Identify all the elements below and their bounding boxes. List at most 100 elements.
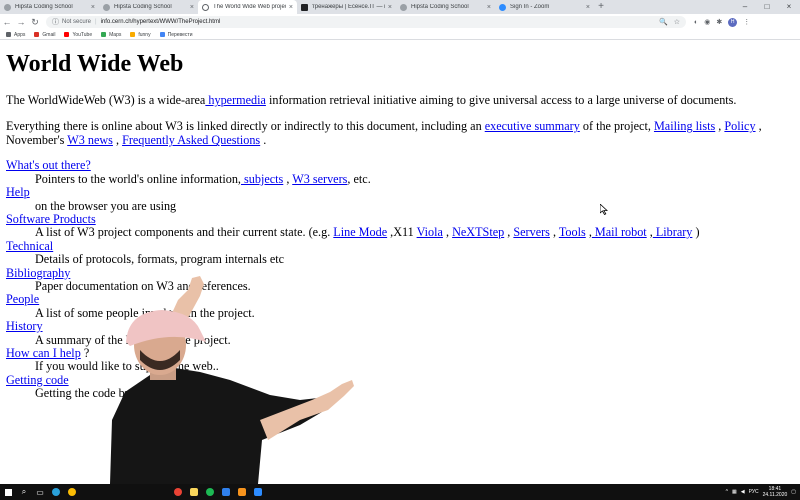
bookmarks-bar: Apps Gmail YouTube Maps funny Перевести (0, 30, 800, 40)
mouse-cursor-icon (600, 204, 608, 215)
viola-link[interactable]: Viola (417, 225, 443, 239)
library-link[interactable]: Library (653, 225, 693, 239)
spotify-icon[interactable] (202, 484, 218, 500)
bookmark-label: Apps (14, 31, 26, 38)
clock[interactable]: 18:41 24.11.2020 (763, 486, 788, 498)
windows-start-icon[interactable] (0, 484, 16, 500)
list-description: A list of W3 project components and thei… (35, 226, 796, 239)
tray-arrow-icon[interactable]: ^ (726, 489, 728, 495)
subjects-link[interactable]: subjects (241, 172, 283, 186)
bookmark-funny[interactable]: funny (130, 32, 151, 38)
zoom-icon[interactable]: 🔍 (659, 18, 668, 26)
chrome-icon[interactable] (64, 484, 80, 500)
vlc-icon[interactable] (234, 484, 250, 500)
bookmark-apps[interactable]: Apps (6, 32, 25, 38)
bookmark-maps[interactable]: Maps (101, 32, 121, 38)
new-tab-button[interactable]: + (594, 0, 608, 14)
file-explorer-icon[interactable] (186, 484, 202, 500)
description-text: , (442, 225, 453, 240)
list-term: What's out there? (6, 159, 796, 172)
how-can-i-help-link[interactable]: How can I help (6, 346, 81, 360)
servers-link[interactable]: Servers (513, 225, 550, 239)
security-label: Not secure (62, 19, 92, 25)
w3-news-link[interactable]: W3 news (67, 133, 113, 147)
tab-hipsta-3[interactable]: Hipsta Coding School × (396, 0, 495, 14)
bibliography-link[interactable]: Bibliography (6, 266, 70, 280)
tools-link[interactable]: Tools (559, 225, 586, 239)
notifications-icon[interactable]: ▢ (791, 489, 796, 495)
bookmark-label: Перевести (167, 31, 193, 38)
anonymous-ftp-link[interactable]: anonymous FTP (131, 386, 214, 400)
reload-icon[interactable]: ↻ (28, 17, 42, 28)
bookmark-label: Gmail (42, 31, 56, 38)
bookmark-youtube[interactable]: YouTube (64, 32, 92, 38)
extension-icons: ◐ ◉ ✱ H ⋮ (694, 17, 750, 27)
menu-icon[interactable]: ⋮ (743, 18, 750, 26)
tab-title: The World Wide Web project (213, 4, 286, 10)
history-link[interactable]: History (6, 319, 43, 333)
info-icon[interactable]: ⓘ (52, 17, 59, 27)
getting-code-link[interactable]: Getting code (6, 373, 69, 387)
network-icon[interactable]: ▦ (732, 489, 737, 495)
bookmark-label: Maps (109, 31, 122, 38)
search-icon[interactable]: ⌕ (16, 484, 32, 500)
tab-hipsta-2[interactable]: Hipsta Coding School × (99, 0, 198, 14)
w3-servers-link[interactable]: W3 servers (292, 172, 347, 186)
zoom-app-icon[interactable] (250, 484, 266, 500)
list-description: A summary of the history of the project. (35, 332, 231, 347)
software-products-link[interactable]: Software Products (6, 212, 96, 226)
policy-link[interactable]: Policy (724, 119, 755, 133)
list-term: History (6, 320, 796, 333)
tab-close-icon[interactable]: × (190, 4, 194, 11)
tab-close-icon[interactable]: × (487, 4, 491, 11)
nextstep-link[interactable]: NeXTStep (452, 225, 504, 239)
intro-paragraph: The WorldWideWeb (W3) is a wide-area hyp… (6, 93, 796, 107)
language-indicator[interactable]: РУС (749, 489, 759, 495)
tab-close-icon[interactable]: × (586, 4, 590, 11)
address-bar[interactable]: ⓘ Not secure | info.cern.ch/hypertext/WW… (46, 16, 686, 28)
forward-icon[interactable]: → (14, 17, 28, 27)
puzzle-icon[interactable]: ✱ (716, 18, 722, 26)
url-text[interactable]: info.cern.ch/hypertext/WWW/TheProject.ht… (101, 19, 221, 25)
vscode-icon[interactable] (218, 484, 234, 500)
faq-link[interactable]: Frequently Asked Questions (122, 133, 260, 147)
task-view-icon[interactable]: ▭ (32, 484, 48, 500)
tab-hipsta-1[interactable]: Hipsta Coding School × (0, 0, 99, 14)
extension-icon[interactable]: ◉ (704, 18, 710, 26)
tab-close-icon[interactable]: × (388, 4, 392, 11)
tab-close-icon[interactable]: × (289, 4, 293, 11)
description-text: Pointers to the world's online informati… (35, 171, 241, 186)
window-close-icon[interactable]: × (778, 0, 800, 14)
maximize-icon[interactable]: □ (756, 0, 778, 14)
mail-robot-link[interactable]: Mail robot (592, 225, 647, 239)
bookmark-translate[interactable]: Перевести (159, 31, 193, 38)
tab-world-wide-web[interactable]: The World Wide Web project × (198, 0, 297, 14)
bookmark-star-icon[interactable]: ☆ (674, 18, 680, 26)
telegram-icon[interactable] (48, 484, 64, 500)
mailing-lists-link[interactable]: Mailing lists (654, 119, 715, 133)
hipsta-favicon-icon (4, 3, 11, 11)
page-content: World Wide Web The WorldWideWeb (W3) is … (6, 41, 796, 401)
tab-close-icon[interactable]: × (91, 4, 95, 11)
help-link[interactable]: Help (6, 185, 30, 199)
volume-icon[interactable]: ◀ (741, 489, 745, 495)
extension-icon[interactable]: ◐ (694, 19, 698, 26)
back-icon[interactable]: ← (0, 17, 14, 27)
description-text: , (504, 225, 514, 240)
tab-zoom[interactable]: Sign In - Zoom × (495, 0, 594, 14)
executive-summary-link[interactable]: executive summary (485, 119, 580, 133)
whats-out-there-link[interactable]: What's out there? (6, 158, 91, 172)
chrome-taskbar-icon[interactable] (170, 484, 186, 500)
hypermedia-link[interactable]: hypermedia (205, 93, 266, 107)
list-description: If you would like to support the web.. (35, 359, 219, 374)
people-link[interactable]: People (6, 292, 39, 306)
bookmark-label: YouTube (72, 31, 93, 38)
tab-essence[interactable]: тренажеры | Есенсе.IT — пол... × (297, 0, 396, 14)
profile-avatar[interactable]: H (728, 17, 738, 27)
bookmark-gmail[interactable]: Gmail (34, 32, 55, 38)
minimize-icon[interactable]: – (734, 0, 756, 14)
line-mode-link[interactable]: Line Mode (333, 225, 387, 239)
windows-taskbar: ⌕ ▭ ^ ▦ ◀ РУС 18:41 24.11.2020 ▢ (0, 484, 800, 500)
technical-link[interactable]: Technical (6, 239, 53, 253)
everything-paragraph: Everything there is online about W3 is l… (6, 119, 796, 147)
